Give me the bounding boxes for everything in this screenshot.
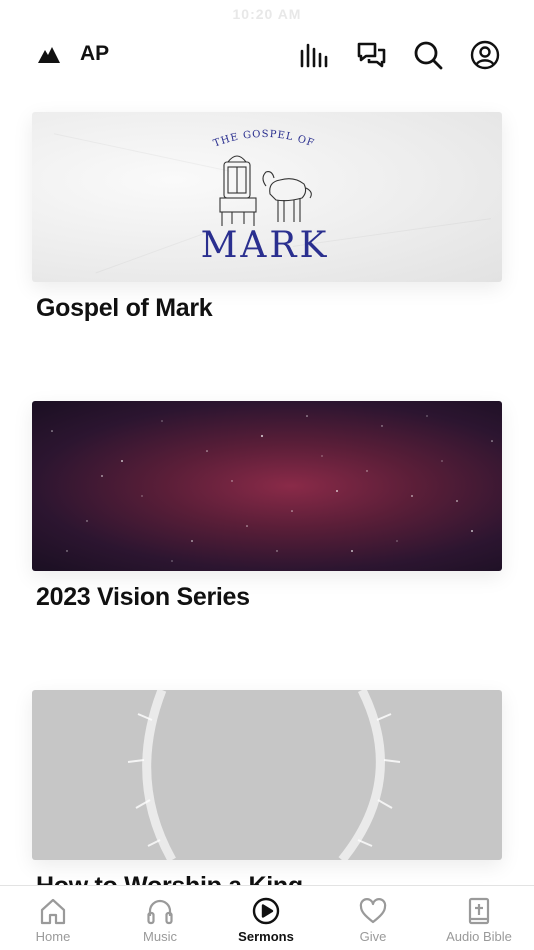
equalizer-icon[interactable] — [298, 39, 330, 71]
tab-audio-bible[interactable]: Audio Bible — [426, 886, 532, 950]
top-bar: AP — [0, 30, 534, 80]
series-card-2023-vision-series[interactable]: 2023 Vision Series — [32, 401, 502, 612]
series-title[interactable]: 2023 Vision Series — [36, 583, 502, 612]
series-artwork-gospel-of-mark: THE GOSPEL OF MARK — [32, 112, 502, 282]
series-card-gospel-of-mark[interactable]: THE GOSPEL OF MARK Gospel of Mark — [32, 112, 502, 323]
artwork-headline: MARK — [201, 225, 330, 266]
tab-label: Home — [35, 929, 71, 944]
tab-label: Music — [143, 929, 177, 944]
headphones-icon — [147, 899, 173, 925]
throne-illustration — [219, 155, 257, 226]
tab-label: Give — [359, 929, 387, 944]
lamb-illustration — [262, 171, 312, 222]
bottom-tab-bar: Home Music Sermons Give Audio Bible — [0, 885, 534, 950]
chat-icon[interactable] — [355, 39, 387, 71]
brand-name[interactable]: AP — [80, 42, 109, 66]
mountain-logo-icon[interactable] — [38, 44, 60, 64]
series-artwork-starfield — [32, 401, 502, 571]
status-time: 10:20 AM — [232, 6, 302, 22]
home-icon — [40, 898, 66, 925]
tab-label: Sermons — [238, 929, 294, 944]
series-title[interactable]: Gospel of Mark — [36, 294, 502, 323]
bible-icon — [468, 897, 490, 925]
tab-sermons[interactable]: Sermons — [213, 886, 319, 950]
tab-music[interactable]: Music — [107, 886, 213, 950]
account-icon[interactable] — [469, 39, 501, 71]
search-icon[interactable] — [412, 39, 444, 71]
tab-home[interactable]: Home — [0, 886, 106, 950]
status-bar: 10:20 AM — [0, 0, 534, 30]
series-artwork-crown-of-thorns — [32, 690, 502, 860]
tab-label: Audio Bible — [446, 929, 512, 944]
series-card-how-to-worship-a-king[interactable]: How to Worship a King — [32, 690, 502, 901]
tab-give[interactable]: Give — [320, 886, 426, 950]
play-circle-icon — [252, 897, 280, 925]
artwork-kicker: THE GOSPEL OF — [212, 129, 316, 150]
heart-icon — [359, 898, 387, 924]
